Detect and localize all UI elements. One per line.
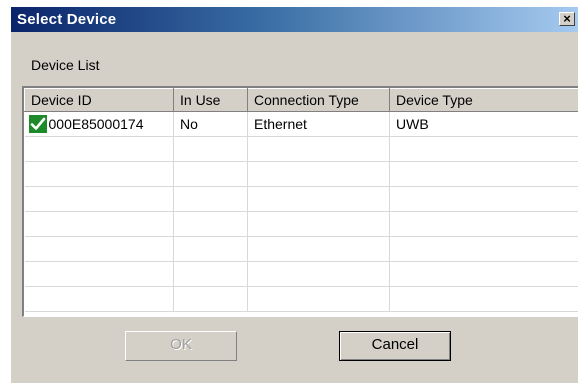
empty-cell bbox=[247, 211, 390, 237]
table-row[interactable]: 000E85000174 No Ethernet UWB bbox=[24, 111, 578, 137]
empty-cell bbox=[173, 136, 248, 162]
empty-table-row bbox=[24, 136, 578, 162]
empty-cell bbox=[24, 236, 174, 262]
empty-cell bbox=[173, 236, 248, 262]
ok-button[interactable]: OK bbox=[125, 331, 237, 361]
empty-cell bbox=[24, 136, 174, 162]
device-list-view[interactable]: Device ID In Use Connection Type Device … bbox=[22, 86, 578, 317]
empty-cell bbox=[173, 161, 248, 187]
empty-table-row bbox=[24, 286, 578, 312]
empty-cell bbox=[173, 286, 248, 312]
empty-cell bbox=[247, 136, 390, 162]
cell-device-type: UWB bbox=[389, 111, 578, 137]
empty-cell bbox=[173, 261, 248, 287]
empty-cell bbox=[389, 161, 578, 187]
cell-in-use: No bbox=[173, 111, 248, 137]
empty-cell bbox=[24, 286, 174, 312]
column-header-device-type[interactable]: Device Type bbox=[389, 88, 578, 112]
empty-cell bbox=[389, 186, 578, 212]
empty-table-row bbox=[24, 261, 578, 287]
column-header-connection-type[interactable]: Connection Type bbox=[247, 88, 390, 112]
empty-cell bbox=[389, 236, 578, 262]
green-check-icon bbox=[28, 115, 47, 133]
cell-connection-type: Ethernet bbox=[247, 111, 390, 137]
empty-table-row bbox=[24, 161, 578, 187]
device-id-value: 000E85000174 bbox=[48, 116, 144, 132]
empty-cell bbox=[24, 186, 174, 212]
empty-table-row bbox=[24, 236, 578, 262]
empty-table-row bbox=[24, 211, 578, 237]
column-header-in-use[interactable]: In Use bbox=[173, 88, 248, 112]
device-list-label: Device List bbox=[31, 57, 100, 73]
empty-table-row bbox=[24, 186, 578, 212]
empty-cell bbox=[247, 186, 390, 212]
cell-device-id: 000E85000174 bbox=[24, 111, 174, 137]
empty-cell bbox=[24, 161, 174, 187]
title-bar[interactable]: Select Device × bbox=[11, 7, 578, 32]
empty-cell bbox=[247, 236, 390, 262]
empty-cell bbox=[389, 136, 578, 162]
cancel-button[interactable]: Cancel bbox=[339, 331, 451, 361]
empty-cell bbox=[173, 211, 248, 237]
empty-cell bbox=[247, 261, 390, 287]
empty-cell bbox=[24, 261, 174, 287]
empty-cell bbox=[247, 161, 390, 187]
close-icon: × bbox=[563, 11, 571, 26]
dialog-title: Select Device bbox=[17, 11, 117, 28]
empty-cell bbox=[389, 261, 578, 287]
column-header-device-id[interactable]: Device ID bbox=[24, 88, 174, 112]
empty-cell bbox=[389, 211, 578, 237]
empty-cell bbox=[24, 211, 174, 237]
close-button[interactable]: × bbox=[559, 12, 575, 26]
table-header-row: Device ID In Use Connection Type Device … bbox=[24, 88, 578, 112]
empty-cell bbox=[389, 286, 578, 312]
empty-cell bbox=[173, 186, 248, 212]
empty-cell bbox=[247, 286, 390, 312]
device-table: Device ID In Use Connection Type Device … bbox=[24, 88, 578, 312]
